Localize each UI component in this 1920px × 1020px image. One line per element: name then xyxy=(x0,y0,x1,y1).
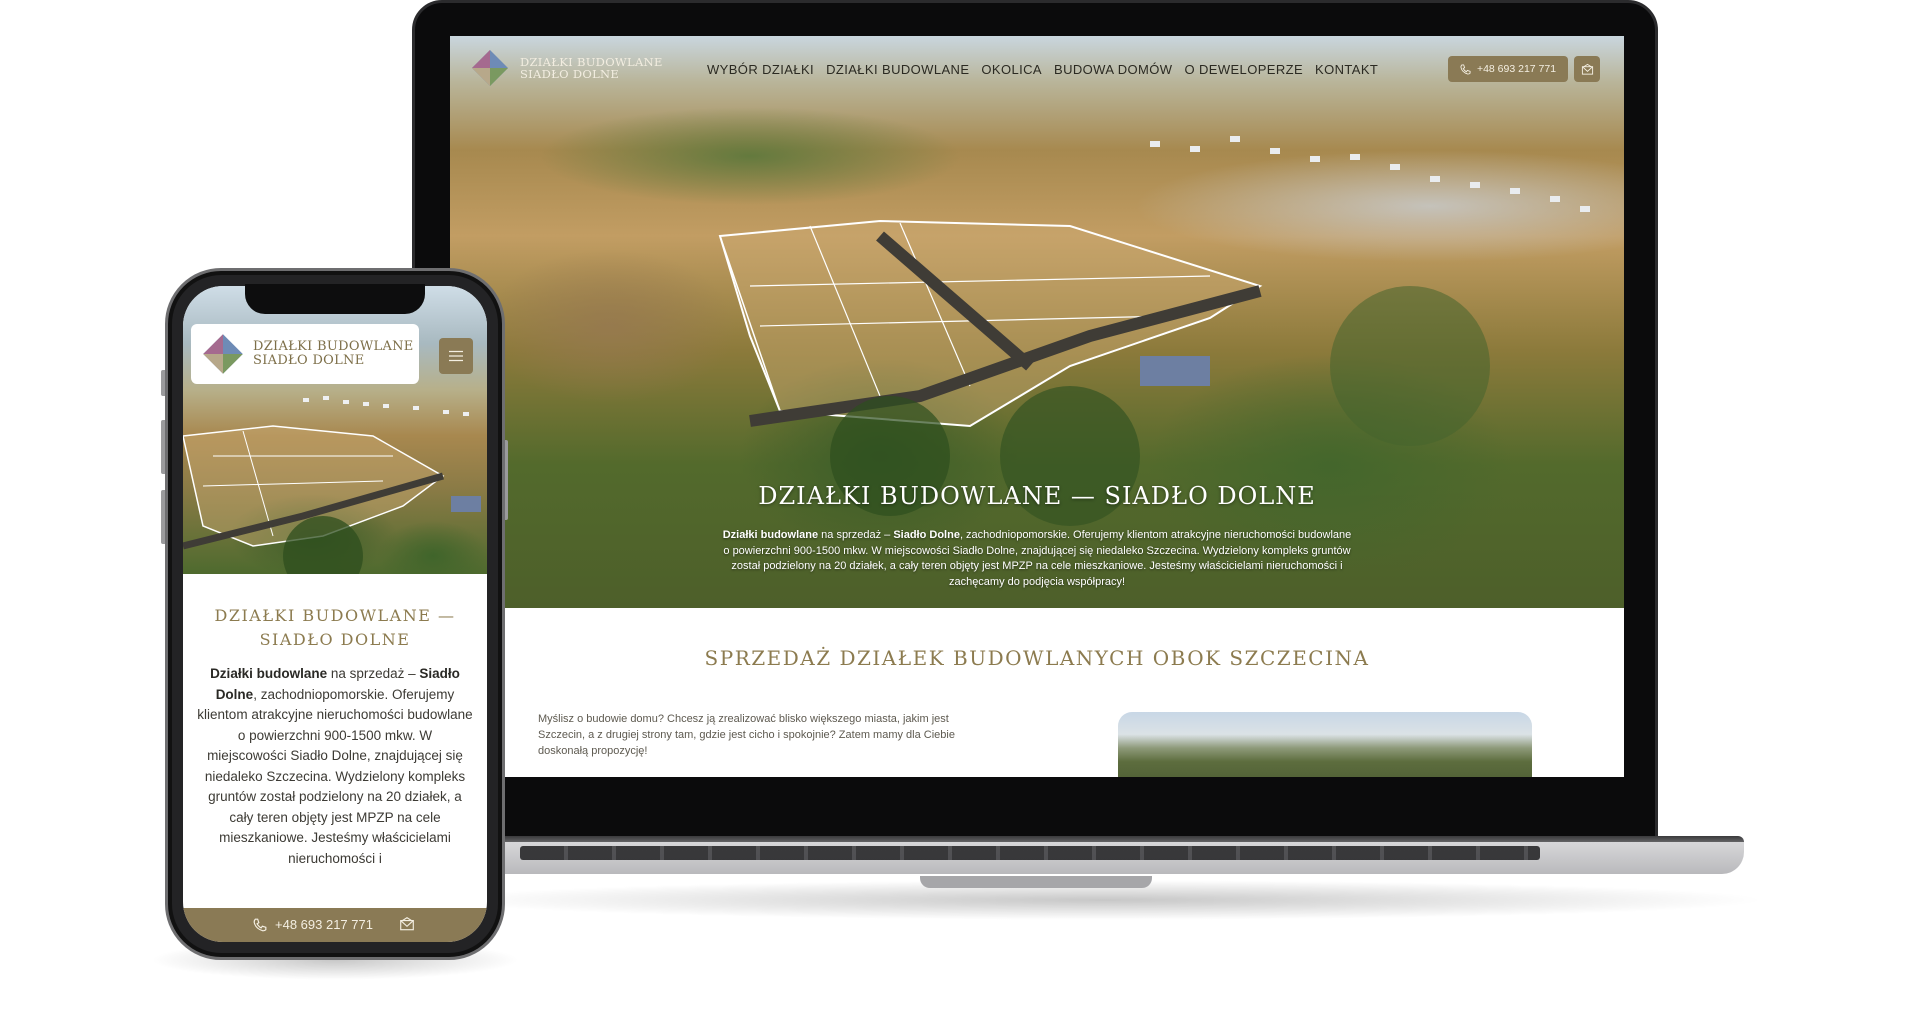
hero-bold-2: Siadło Dolne xyxy=(893,529,960,541)
nav-item-kontakt[interactable]: KONTAKT xyxy=(1315,62,1378,77)
house-roof xyxy=(1140,356,1210,386)
logo-icon xyxy=(472,50,508,86)
phone-icon xyxy=(1460,63,1471,75)
hero-text-1: na sprzedaż – xyxy=(818,529,894,541)
section-heading: SPRZEDAŻ DZIAŁEK BUDOWLANYCH OBOK SZCZEC… xyxy=(704,646,1370,670)
phone-notch xyxy=(245,284,425,314)
section-aerial-image xyxy=(1118,712,1532,777)
nav-item-dzialki-budowlane[interactable]: DZIAŁKI BUDOWLANE xyxy=(826,62,969,77)
mobile-phone-number: +48 693 217 771 xyxy=(275,917,373,932)
nav-item-okolica[interactable]: OKOLICA xyxy=(981,62,1042,77)
mail-icon xyxy=(1581,63,1593,75)
mobile-website: DZIAŁKI BUDOWLANE SIADŁO DOLNE DZIAŁKI B… xyxy=(183,286,487,942)
hero-bold-1: Działki budowlane xyxy=(722,529,819,541)
mobile-brand-line1: DZIAŁKI BUDOWLANE xyxy=(253,339,414,354)
mobile-logo-icon xyxy=(203,334,243,374)
hamburger-icon xyxy=(449,350,463,362)
mail-button[interactable] xyxy=(1574,56,1600,82)
mobile-brand-header[interactable]: DZIAŁKI BUDOWLANE SIADŁO DOLNE xyxy=(191,324,419,384)
laptop-trackpad-notch xyxy=(920,876,1152,888)
phone-button[interactable]: +48 693 217 771 xyxy=(1448,56,1568,82)
brand-logo-link[interactable]: DZIAŁKI BUDOWLANE SIADŁO DOLNE xyxy=(470,48,663,88)
mobile-bold-1: Działki budowlane xyxy=(210,666,328,681)
mobile-page-title: DZIAŁKI BUDOWLANE — SIADŁO DOLNE xyxy=(183,604,487,652)
nav-item-wybor-dzialki[interactable]: WYBÓR DZIAŁKI xyxy=(707,62,814,77)
mobile-brand-line2: SIADŁO DOLNE xyxy=(253,353,365,368)
phone-number: +48 693 217 771 xyxy=(1476,63,1557,75)
mobile-mail-button[interactable] xyxy=(399,916,415,935)
mobile-mail-icon xyxy=(400,917,414,931)
hero-title: DZIAŁKI BUDOWLANE — SIADŁO DOLNE xyxy=(758,482,1316,510)
hero-aerial-image: DZIAŁKI BUDOWLANE SIADŁO DOLNE WYBÓR DZI… xyxy=(450,36,1624,608)
mobile-title-line1: DZIAŁKI BUDOWLANE — xyxy=(214,606,456,625)
mobile-text-2: , zachodniopomorskie. Oferujemy klientom… xyxy=(197,686,473,866)
mobile-menu-button[interactable] xyxy=(439,338,473,374)
mobile-title-line2: SIADŁO DOLNE xyxy=(259,630,411,649)
hero-description: Działki budowlane na sprzedaż – Siadło D… xyxy=(720,528,1354,590)
mobile-hero-image: DZIAŁKI BUDOWLANE SIADŁO DOLNE xyxy=(183,286,487,596)
mobile-brand-name: DZIAŁKI BUDOWLANE SIADŁO DOLNE xyxy=(253,340,414,368)
section-paragraph: Myślisz o budowie domu? Chcesz ją zreali… xyxy=(538,713,955,757)
top-navigation: DZIAŁKI BUDOWLANE SIADŁO DOLNE WYBÓR DZI… xyxy=(450,36,1624,96)
device-mockup-stage: DZIAŁKI BUDOWLANE SIADŁO DOLNE WYBÓR DZI… xyxy=(0,0,1920,1020)
desktop-website: DZIAŁKI BUDOWLANE SIADŁO DOLNE WYBÓR DZI… xyxy=(450,36,1624,777)
mobile-contact-bar: +48 693 217 771 xyxy=(183,908,487,942)
mobile-phone-button[interactable]: +48 693 217 771 xyxy=(253,917,373,932)
mobile-phone-icon xyxy=(253,918,267,931)
main-menu: WYBÓR DZIAŁKI DZIAŁKI BUDOWLANE OKOLICA … xyxy=(707,62,1378,77)
nav-item-budowa-domow[interactable]: BUDOWA DOMÓW xyxy=(1054,62,1172,77)
brand-line2: SIADŁO DOLNE xyxy=(520,67,620,81)
mobile-description: Działki budowlane na sprzedaż – Siadło D… xyxy=(197,664,473,869)
plots-overlay xyxy=(718,136,1590,526)
mobile-text-1: na sprzedaż – xyxy=(327,666,420,681)
nav-item-o-deweloperze[interactable]: O DEWELOPERZE xyxy=(1184,62,1303,77)
brand-name: DZIAŁKI BUDOWLANE SIADŁO DOLNE xyxy=(520,56,663,80)
laptop-keyboard xyxy=(520,846,1540,860)
